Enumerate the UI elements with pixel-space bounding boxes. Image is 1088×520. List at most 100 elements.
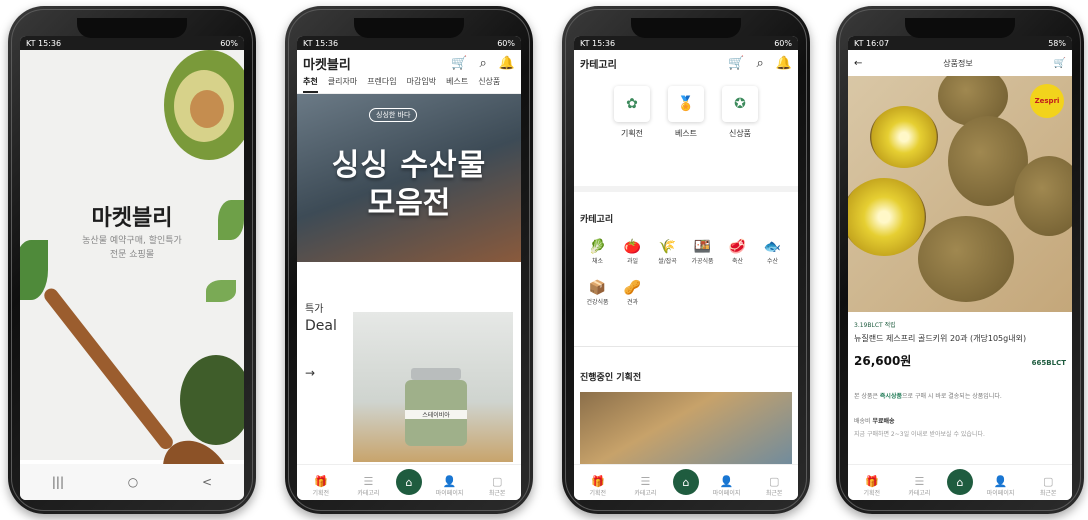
user-icon: 👤 bbox=[442, 475, 457, 488]
screen-home: KT 15:36 60% 마켓블리 🛒 ⌕ 🔔 추천 클리자마 프렌다임 마감임… bbox=[297, 36, 521, 500]
phone-3: KT 15:36 60% 카테고리 🛒 ⌕ 🔔 ✿ 기획전 🏅 베스트 ✪ 신상품 카… bbox=[562, 6, 810, 514]
category-label: 채소 bbox=[591, 258, 604, 265]
app-header: 카테고리 🛒 ⌕ 🔔 bbox=[574, 50, 798, 76]
search-icon[interactable]: ⌕ bbox=[480, 56, 487, 71]
nav-category[interactable]: ☰ 카테고리 bbox=[625, 476, 665, 498]
blct-price: 665BLCT bbox=[1031, 359, 1066, 367]
nav-events[interactable]: 🎁 기획전 bbox=[301, 475, 341, 498]
promo-section-title: 진행중인 기획전 bbox=[580, 373, 642, 383]
status-bar: KT 15:36 60% bbox=[574, 36, 798, 50]
nav-category[interactable]: ☰ 카테고리 bbox=[348, 476, 388, 498]
category-label: 견과 bbox=[626, 299, 639, 306]
back-button[interactable]: < bbox=[202, 475, 212, 489]
search-icon[interactable]: ⌕ bbox=[757, 56, 764, 71]
nav-mypage[interactable]: 👤 마이페이지 bbox=[430, 475, 470, 498]
new-badge-icon: ✪ bbox=[722, 86, 758, 122]
nav-label: 최근본 bbox=[765, 490, 783, 497]
status-left: KT 15:36 bbox=[580, 38, 616, 48]
note-prefix: 본 상품은 bbox=[854, 393, 880, 400]
gift-icon: 🎁 bbox=[864, 475, 879, 488]
back-arrow-icon[interactable]: ← bbox=[854, 58, 862, 69]
deal-section: 특가 Deal → 스테이비아 bbox=[297, 276, 521, 466]
android-nav-bar: ||| ○ < bbox=[20, 464, 244, 500]
nav-mypage[interactable]: 👤 마이페이지 bbox=[981, 476, 1021, 498]
category-label: 과일 bbox=[626, 258, 639, 265]
tab-2[interactable]: 클리자마 bbox=[328, 76, 357, 93]
header-icons: 🛒 ⌕ 🔔 bbox=[728, 56, 792, 71]
tile-new[interactable]: ✪ 신상품 bbox=[722, 86, 758, 166]
status-bar: KT 16:07 58% bbox=[848, 36, 1072, 50]
category-nuts[interactable]: 🥜 견과 bbox=[615, 279, 650, 306]
bell-icon[interactable]: 🔔 bbox=[499, 56, 515, 71]
bottom-nav: 🎁 기획전 ☰ 카테고리 ⌂ 👤 마이페이지 ▢ 최근본 bbox=[574, 464, 798, 500]
cart-icon[interactable]: 🛒 bbox=[1054, 58, 1066, 69]
status-right: 60% bbox=[497, 38, 515, 48]
product-name: 뉴질랜드 제스프리 골드키위 20과 (개당105g내외) bbox=[854, 334, 1027, 343]
home-icon[interactable]: ⌂ bbox=[946, 469, 973, 495]
status-bar: KT 15:36 60% bbox=[20, 36, 244, 50]
notch bbox=[77, 18, 187, 38]
category-meat[interactable]: 🥩 축산 bbox=[720, 238, 755, 265]
recent-apps-button[interactable]: ||| bbox=[52, 475, 64, 489]
deal-arrow-icon[interactable]: → bbox=[305, 366, 315, 380]
tile-best[interactable]: 🏅 베스트 bbox=[668, 86, 704, 166]
menu-icon: ☰ bbox=[914, 475, 925, 488]
bottom-nav: 🎁 기획전 ☰ 카테고리 ⌂ 👤 마이페이지 ▢ 최근본 bbox=[848, 464, 1072, 500]
phone-1: KT 15:36 60% 마켓블리 농산물 예약구매, 할인특가 전문 쇼핑몰 … bbox=[8, 6, 256, 514]
phone-4: KT 16:07 58% ← 상품정보 🛒 Zespri 3.19BLCT 적립… bbox=[836, 6, 1084, 514]
nav-recent[interactable]: ▢ 최근본 bbox=[1028, 476, 1068, 498]
tile-events[interactable]: ✿ 기획전 bbox=[614, 86, 650, 166]
promo-banner[interactable]: 싱싱한 바다 싱싱 수산물 모음전 bbox=[297, 94, 521, 262]
nav-recent[interactable]: ▢ 최근본 bbox=[754, 476, 794, 498]
deal-heading: Deal bbox=[305, 318, 337, 334]
jar-body: 스테이비아 bbox=[405, 380, 467, 446]
reward-badge: 3.19BLCT 적립 bbox=[854, 322, 896, 329]
category-fruit[interactable]: 🍅 과일 bbox=[615, 238, 650, 265]
category-grain[interactable]: 🌾 쌀/잡곡 bbox=[650, 238, 685, 265]
nav-category[interactable]: ☰ 카테고리 bbox=[899, 475, 939, 498]
nav-mypage[interactable]: 👤 마이페이지 bbox=[707, 476, 747, 498]
nav-events[interactable]: 🎁 기획전 bbox=[578, 476, 618, 498]
nav-label: 마이페이지 bbox=[712, 490, 741, 497]
category-health[interactable]: 📦 건강식품 bbox=[580, 279, 615, 306]
screen-category: KT 15:36 60% 카테고리 🛒 ⌕ 🔔 ✿ 기획전 🏅 베스트 ✪ 신상품 카… bbox=[574, 36, 798, 500]
product-image[interactable]: Zespri bbox=[848, 76, 1072, 312]
promo-image[interactable] bbox=[580, 392, 792, 472]
product-header: ← 상품정보 🛒 bbox=[848, 50, 1072, 76]
leaf bbox=[206, 280, 236, 302]
nav-label: 마이페이지 bbox=[435, 490, 464, 497]
nav-events[interactable]: 🎁 기획전 bbox=[852, 475, 892, 498]
category-label: 건강식품 bbox=[586, 299, 609, 306]
category-vegetable[interactable]: 🥬 채소 bbox=[580, 238, 615, 265]
tab-recommend[interactable]: 추천 bbox=[303, 76, 318, 93]
tab-4[interactable]: 마감임박 bbox=[407, 76, 436, 93]
home-icon[interactable]: ⌂ bbox=[672, 469, 699, 495]
tab-3[interactable]: 프렌다임 bbox=[367, 76, 396, 93]
events-icon: ✿ bbox=[614, 86, 650, 122]
bell-icon[interactable]: 🔔 bbox=[776, 56, 792, 71]
gift-icon: 🎁 bbox=[313, 475, 328, 488]
jar-lid bbox=[411, 368, 461, 380]
header-icons: 🛒 ⌕ 🔔 bbox=[451, 56, 515, 71]
nav-label: 최근본 bbox=[488, 490, 506, 497]
tab-best[interactable]: 베스트 bbox=[446, 76, 468, 93]
tab-new[interactable]: 신상품 bbox=[478, 76, 500, 93]
category-label: 쌀/잡곡 bbox=[658, 258, 677, 265]
category-processed[interactable]: 🍱 가공식품 bbox=[685, 238, 720, 265]
deal-product-image[interactable]: 스테이비아 bbox=[353, 312, 513, 462]
tagline-line-1: 농산물 예약구매, 할인특가 bbox=[82, 236, 182, 246]
avocado-whole-image bbox=[180, 355, 244, 445]
nav-recent[interactable]: ▢ 최근본 bbox=[477, 476, 517, 498]
nav-label: 카테고리 bbox=[908, 490, 931, 497]
wooden-spoon bbox=[41, 285, 244, 500]
notch bbox=[905, 18, 1015, 38]
cart-icon[interactable]: 🛒 bbox=[728, 56, 744, 71]
health-food-icon: 📦 bbox=[588, 280, 607, 296]
cart-icon[interactable]: 🛒 bbox=[451, 56, 467, 71]
home-button[interactable]: ○ bbox=[128, 475, 138, 489]
app-logo: 마켓블리 bbox=[91, 206, 173, 231]
home-icon[interactable]: ⌂ bbox=[395, 469, 422, 495]
shipping-value: 무료배송 bbox=[872, 418, 895, 425]
category-seafood[interactable]: 🐟 수산 bbox=[755, 238, 790, 265]
jar-label: 스테이비아 bbox=[405, 410, 467, 419]
